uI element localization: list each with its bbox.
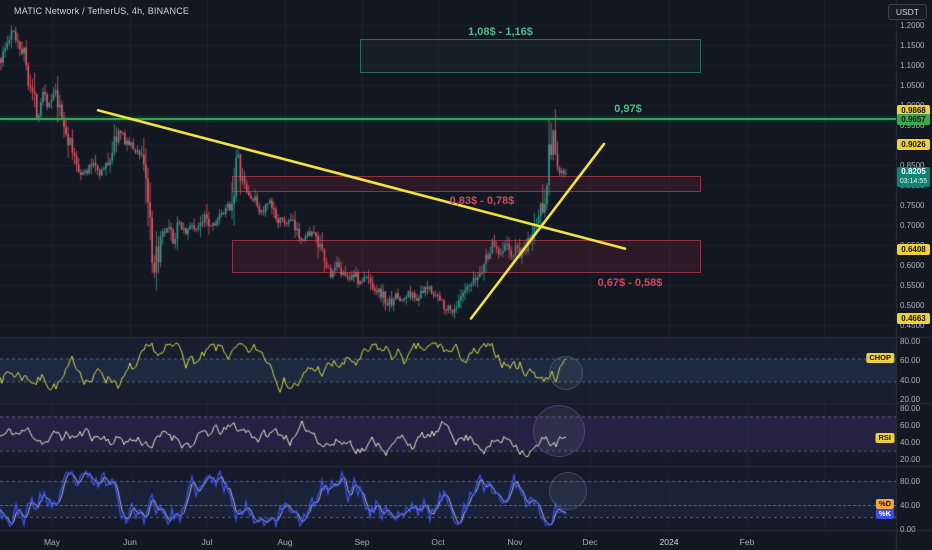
current-price-line	[0, 505, 896, 506]
bar-countdown: 03:14:55	[899, 177, 928, 185]
supply-zone-label: 1,08$ - 1,16$	[468, 26, 533, 38]
low-support-zone-box[interactable]	[232, 240, 701, 273]
price-axis-tick: 1.0500	[900, 81, 925, 90]
symbol-title[interactable]: MATIC Network / TetherUS, 4h, BINANCE	[14, 6, 189, 16]
supply-zone-box[interactable]	[360, 39, 701, 73]
indicator-axis-tick: 40.00	[900, 375, 921, 385]
price-axis-tick: 0.5000	[900, 301, 925, 310]
chop-badge: CHOP	[866, 353, 894, 364]
price-axis-tick: 0.5500	[900, 281, 925, 290]
indicator-axis-tick: 40.00	[900, 438, 921, 447]
time-axis-label[interactable]: Feb	[740, 537, 755, 547]
indicator-axis-tick: 20.00	[900, 455, 921, 464]
time-axis-label[interactable]: Jun	[123, 537, 137, 547]
chart-canvas[interactable]	[0, 0, 932, 550]
low-zone-label: 0,67$ - 0,58$	[597, 277, 663, 289]
price-axis-tick: 0.7500	[900, 201, 925, 210]
price-axis-tick: 1.2000	[900, 21, 925, 30]
indicator-axis-tick: 60.00	[900, 421, 921, 430]
stoch-d-badge: %D	[875, 498, 894, 509]
trendline-price-label: 0.6408	[897, 243, 930, 255]
time-axis-label[interactable]: Jul	[202, 537, 213, 547]
stoch-k-badge: %K	[875, 509, 894, 519]
resistance-level-label: 0,97$	[614, 102, 642, 115]
currency-toggle-button[interactable]: USDT	[887, 4, 927, 20]
time-axis-label[interactable]: Nov	[507, 537, 522, 547]
trendline-price-label: 0.9026	[897, 138, 930, 150]
indicator-axis-tick: 40.00	[900, 501, 921, 510]
price-axis-tick: 1.1500	[900, 41, 925, 50]
indicator-axis-tick: 60.00	[900, 356, 921, 366]
end-glow-circle	[549, 356, 583, 390]
time-axis-label[interactable]: Oct	[431, 537, 444, 547]
indicator-axis-tick: 20.00	[900, 395, 921, 404]
indicator-axis-tick: 80.00	[900, 404, 921, 413]
trading-chart-app: 1,08$ - 1,16$ 0,97$ 0,83$ - 0,78$ 0,67$ …	[0, 0, 932, 550]
line-price-label: 0.9657	[897, 113, 930, 125]
current-price-label: 0.8205 03:14:55	[897, 166, 930, 187]
trendline-price-label: 0.4663	[897, 313, 930, 325]
end-glow-circle	[533, 405, 585, 457]
time-axis-label[interactable]: Aug	[277, 537, 292, 547]
mid-resistance-zone-box[interactable]	[232, 176, 701, 192]
time-axis-label[interactable]: May	[44, 537, 60, 547]
time-axis-label[interactable]: 2024	[660, 537, 679, 547]
price-axis-tick: 0.7000	[900, 221, 925, 230]
price-axis-tick: 1.1000	[900, 61, 925, 70]
indicator-axis-tick: 80.00	[900, 337, 921, 346]
indicator-axis-tick: 0.00	[900, 525, 916, 534]
indicator-axis-tick: 80.00	[900, 477, 921, 486]
time-axis-label[interactable]: Dec	[582, 537, 597, 547]
resistance-price-line[interactable]	[0, 117, 896, 120]
rsi-badge: RSI	[875, 432, 894, 443]
time-axis-label[interactable]: Sep	[354, 537, 369, 547]
price-axis-tick: 0.6000	[900, 261, 925, 270]
mid-zone-label: 0,83$ - 0,78$	[449, 195, 515, 207]
